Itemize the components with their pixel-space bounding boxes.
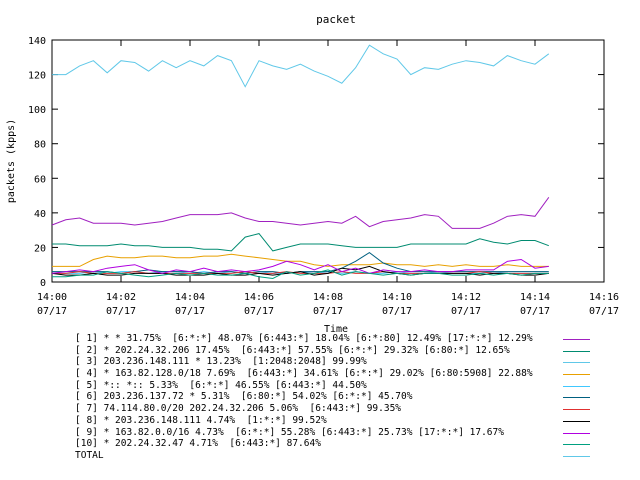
legend-swatch [563,455,590,457]
x-tick-time-label: 14:16 [589,292,619,303]
legend-entry: [ 4] * 163.82.128.0/18 7.69% [6:443:*] 3… [70,368,600,380]
series-line-1 [51,197,550,229]
legend-label: [ 4] * 163.82.128.0/18 7.69% [6:443:*] 3… [75,368,533,380]
legend-swatch [563,397,590,399]
y-axis-label: packets (kpps) [6,119,17,203]
legend-swatch [563,409,590,411]
x-tick-date-label: 07/17 [520,306,550,317]
legend-entry: [ 1] * * 31.75% [6:*:*] 48.07% [6:443:*]… [70,333,600,345]
x-tick-date-label: 07/17 [244,306,274,317]
legend-swatch [563,362,590,364]
legend-swatch [563,339,590,340]
x-tick-time-label: 14:14 [520,292,550,303]
y-tick-label: 20 [34,243,46,254]
legend-label: [ 8] * 203.236.148.111 4.74% [1:*:*] 99.… [75,414,327,426]
x-tick-time-label: 14:00 [37,292,67,303]
y-tick-label: 80 [34,140,46,151]
legend-label: [ 6] 203.236.137.72 * 5.31% [6:80:*] 54.… [75,391,413,403]
legend-entry: TOTAL [70,450,600,462]
legend-swatch [563,420,590,422]
x-tick-date-label: 07/17 [106,306,136,317]
x-tick-time-label: 14:12 [451,292,481,303]
legend-label: [10] * 202.24.32.47 4.71% [6:443:*] 87.6… [75,438,321,450]
legend-label: TOTAL [75,449,104,461]
x-tick-date-label: 07/17 [451,306,481,317]
series-line-3 [52,44,550,88]
legend-entry: [ 2] * 202.24.32.206 17.45% [6:443:*] 57… [70,345,600,357]
y-tick-label: 140 [28,36,46,47]
legend-label: [ 1] * * 31.75% [6:*:*] 48.07% [6:443:*]… [75,333,533,344]
legend: [ 1] * * 31.75% [6:*:*] 48.07% [6:443:*]… [70,333,600,462]
legend-entry: [ 8] * 203.236.148.111 4.74% [1:*:*] 99.… [70,415,600,427]
legend-entry: [ 9] * 163.82.0.0/16 4.73% [6:*:*] 55.28… [70,427,600,439]
x-tick-date-label: 07/17 [175,306,205,317]
legend-label: [ 2] * 202.24.32.206 17.45% [6:443:*] 57… [75,344,510,356]
x-tick-time-label: 14:02 [106,292,136,303]
chart-title: packet [316,13,356,26]
x-tick-date-label: 07/17 [382,306,412,317]
legend-swatch [563,374,590,376]
x-tick-time-label: 14:10 [382,292,412,303]
x-tick-time-label: 14:04 [175,292,205,303]
y-tick-label: 120 [28,71,46,82]
y-tick-label: 60 [34,174,46,185]
legend-entry: [ 6] 203.236.137.72 * 5.31% [6:80:*] 54.… [70,391,600,403]
legend-entry: [ 7] 74.114.80.0/20 202.24.32.206 5.06% … [70,403,600,415]
y-tick-label: 100 [28,105,46,116]
legend-label: [ 5] *:: *:: 5.33% [6:*:*] 46.55% [6:443… [75,379,367,391]
legend-entry: [ 5] *:: *:: 5.33% [6:*:*] 46.55% [6:443… [70,380,600,392]
x-tick-date-label: 07/17 [313,306,343,317]
series-lines [51,44,550,280]
y-tick-label: 0 [40,278,46,289]
legend-swatch [563,444,590,446]
x-tick-date-label: 07/17 [589,306,619,317]
x-tick-date-label: 07/17 [37,306,67,317]
series-line-2 [52,233,549,252]
x-tick-time-label: 14:08 [313,292,343,303]
legend-label: [ 9] * 163.82.0.0/16 4.73% [6:*:*] 55.28… [75,426,504,438]
legend-label: [ 3] 203.236.148.111 * 13.23% [1:2048:20… [75,356,367,368]
legend-swatch [563,350,590,352]
legend-swatch [563,432,590,434]
x-tick-time-label: 14:06 [244,292,274,303]
y-axis: 0 20 40 60 80 100 120 140 [28,36,604,289]
legend-entry: [10] * 202.24.32.47 4.71% [6:443:*] 87.6… [70,438,600,450]
y-tick-label: 40 [34,209,46,220]
legend-entry: [ 3] 203.236.148.111 * 13.23% [1:2048:20… [70,356,600,368]
legend-label: [ 7] 74.114.80.0/20 202.24.32.206 5.06% … [75,403,402,415]
legend-swatch [563,385,590,387]
